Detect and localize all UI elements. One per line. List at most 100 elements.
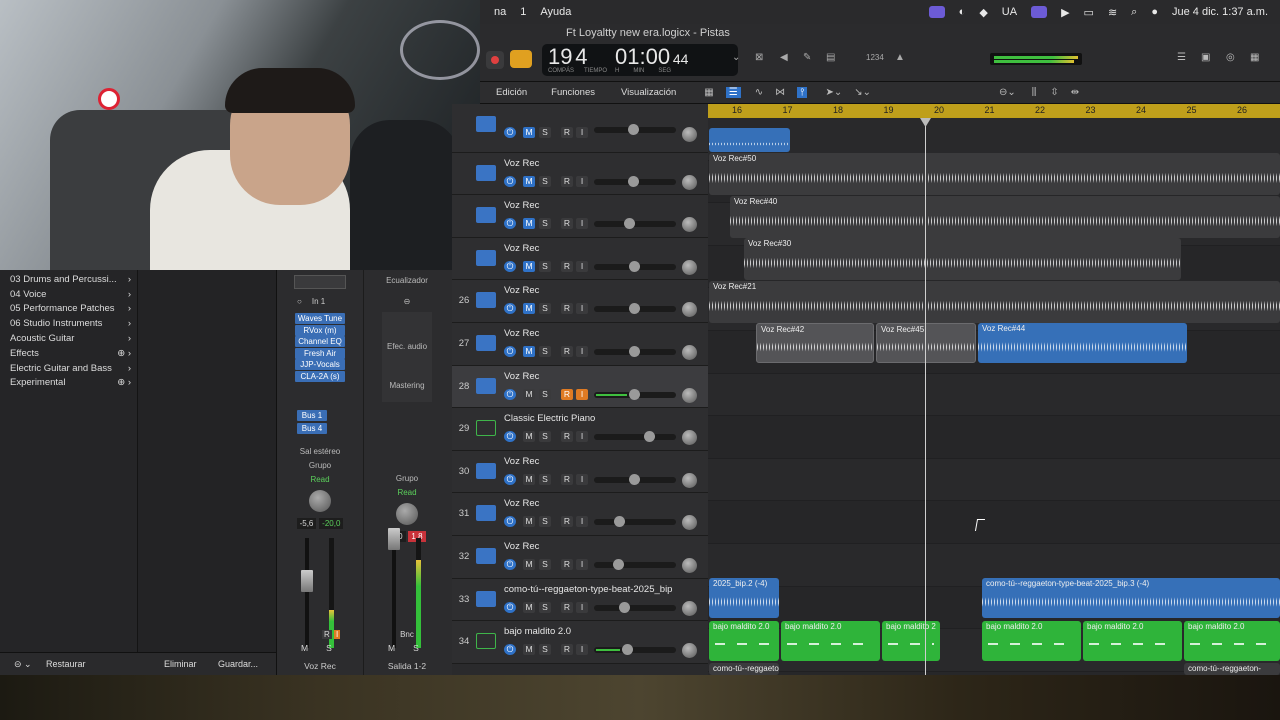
mute-button[interactable]: M xyxy=(523,127,535,138)
audio-region[interactable]: como-tú--reggaeton- xyxy=(1184,663,1280,675)
library-item[interactable]: Experimental ⊕ › xyxy=(0,376,137,391)
audio-region[interactable]: como-tú--reggaeton- xyxy=(709,663,779,675)
save-button[interactable]: Guardar... xyxy=(212,658,264,672)
solo-button[interactable]: S xyxy=(413,643,419,653)
library-item[interactable]: Acoustic Guitar › xyxy=(0,331,137,346)
keyboard-layout-label[interactable]: UA xyxy=(1002,6,1017,18)
track-volume-slider[interactable] xyxy=(594,644,676,656)
track-header[interactable]: Voz Rec ⏻ M S R I xyxy=(452,237,708,281)
screen-record-icon[interactable] xyxy=(928,6,945,18)
track-volume-slider[interactable] xyxy=(594,516,676,528)
midi-region[interactable]: bajo maldito 2 xyxy=(882,621,940,661)
input-monitor-button[interactable]: I xyxy=(576,346,588,357)
tool-icon[interactable]: ✎ xyxy=(803,52,811,63)
record-enable-button[interactable]: R xyxy=(561,644,573,656)
track-name[interactable]: Voz Rec xyxy=(504,158,539,169)
track-pan-knob[interactable] xyxy=(682,345,697,360)
audio-region[interactable]: Voz Rec#42 xyxy=(756,323,874,363)
audio-region[interactable]: Voz Rec#30 xyxy=(744,238,1181,280)
track-volume-slider[interactable] xyxy=(594,346,676,357)
track-pan-knob[interactable] xyxy=(682,430,697,446)
snap-icon[interactable]: ⫯ xyxy=(797,87,808,98)
track-pan-knob[interactable] xyxy=(682,472,697,488)
record-enable-button[interactable]: R xyxy=(561,175,573,187)
automation-mode[interactable]: Read xyxy=(277,475,363,484)
plugin-slot[interactable]: Waves Tune xyxy=(295,313,345,324)
mute-button[interactable]: M xyxy=(523,388,535,400)
input-monitor-button[interactable]: I xyxy=(576,260,588,272)
fx-area[interactable]: Efec. audio Mastering xyxy=(382,312,432,402)
track-header[interactable]: Voz Rec ⏻ M S R I xyxy=(452,152,708,196)
group-slot[interactable]: Grupo xyxy=(364,474,450,483)
send-slot[interactable]: Bus 1 xyxy=(297,409,327,421)
power-icon[interactable]: ⏻ xyxy=(504,346,516,357)
mute-button[interactable]: M xyxy=(523,303,535,315)
volume-knob[interactable] xyxy=(629,473,640,485)
track-header[interactable]: 33 como-tú--reggaeton-type-beat-2025_bip… xyxy=(452,578,708,622)
list-view-icon[interactable]: ☰ xyxy=(725,87,741,98)
volume-value[interactable]: -5,6 xyxy=(296,517,317,529)
input-monitor-button[interactable]: I xyxy=(334,630,341,639)
control-icon[interactable]: ◐ xyxy=(959,6,966,18)
record-button[interactable] xyxy=(486,51,504,69)
input-monitor-button[interactable]: I xyxy=(576,127,588,138)
solo-button[interactable]: S xyxy=(539,516,551,528)
record-enable-button[interactable]: R xyxy=(561,431,573,443)
volume-knob[interactable] xyxy=(619,601,630,613)
input-format-icon[interactable]: ○ xyxy=(297,297,302,306)
record-enable-button[interactable]: R xyxy=(561,516,573,528)
track-pan-knob[interactable] xyxy=(682,387,697,403)
chevron-down-icon[interactable]: ⌄ xyxy=(732,52,740,63)
track-name[interactable]: Voz Rec xyxy=(504,541,539,552)
play-icon[interactable]: ▶ xyxy=(1061,6,1069,19)
solo-button[interactable]: S xyxy=(539,127,551,138)
solo-button[interactable]: S xyxy=(539,303,551,315)
bounce-button[interactable]: Bnc xyxy=(364,630,450,639)
record-enable-button[interactable]: R xyxy=(561,559,573,570)
midi-region[interactable]: bajo maldito 2.0 xyxy=(781,621,880,661)
audio-region[interactable]: Voz Rec#21 xyxy=(709,281,1280,323)
group-slot[interactable]: Grupo xyxy=(277,461,363,470)
mute-button[interactable]: M xyxy=(523,218,535,230)
audio-region[interactable]: Voz Rec#45 xyxy=(876,323,976,363)
record-enable-button[interactable]: R xyxy=(561,473,573,485)
library-item[interactable]: 06 Studio Instruments › xyxy=(0,316,137,331)
track-volume-slider[interactable] xyxy=(594,303,676,315)
read-button[interactable]: R xyxy=(322,630,332,639)
pan-knob[interactable] xyxy=(309,489,331,512)
playhead[interactable] xyxy=(925,118,926,675)
power-icon[interactable]: ⏻ xyxy=(504,303,516,315)
mute-button[interactable]: M xyxy=(523,431,535,443)
mute-button[interactable]: M xyxy=(388,643,395,653)
track-pan-knob[interactable] xyxy=(682,600,697,616)
metronome-icon[interactable]: ▲ xyxy=(895,52,905,63)
link-icon[interactable]: ⊖ xyxy=(364,297,450,306)
track-name[interactable]: Voz Rec xyxy=(504,456,539,467)
grid-icon[interactable]: ▦ xyxy=(704,87,713,98)
cycle-button[interactable] xyxy=(510,50,532,68)
input-monitor-button[interactable]: I xyxy=(576,218,588,230)
solo-button[interactable]: S xyxy=(539,473,551,485)
delete-button[interactable]: Eliminar xyxy=(158,658,203,672)
record-enable-button[interactable]: R xyxy=(561,388,573,400)
notes-icon[interactable]: ▤ xyxy=(826,52,835,63)
track-pan-knob[interactable] xyxy=(682,515,697,531)
solo-button[interactable]: S xyxy=(539,175,551,187)
input-monitor-button[interactable]: I xyxy=(576,516,588,528)
plugin-slot[interactable]: JJP-Vocals xyxy=(295,359,345,370)
power-icon[interactable]: ⏻ xyxy=(504,218,516,230)
power-icon[interactable]: ⏻ xyxy=(504,644,516,656)
zoom-icon[interactable]: ⊖⌄ xyxy=(999,87,1016,98)
track-name[interactable]: Voz Rec xyxy=(504,200,539,211)
volume-knob[interactable] xyxy=(628,175,639,187)
send-slot[interactable]: Bus 4 xyxy=(297,422,327,434)
track-lane[interactable] xyxy=(708,373,1280,417)
menu-item[interactable]: 1 xyxy=(520,6,526,18)
track-volume-slider[interactable] xyxy=(594,124,676,135)
vertical-zoom-icon[interactable]: ⇳ xyxy=(1050,87,1058,98)
channel-name[interactable]: Salida 1-2 xyxy=(364,661,450,671)
track-volume-slider[interactable] xyxy=(594,388,676,400)
track-pan-knob[interactable] xyxy=(682,217,697,233)
track-header[interactable]: 27 Voz Rec ⏻ M S R I xyxy=(452,323,708,366)
track-volume-slider[interactable] xyxy=(594,260,676,272)
